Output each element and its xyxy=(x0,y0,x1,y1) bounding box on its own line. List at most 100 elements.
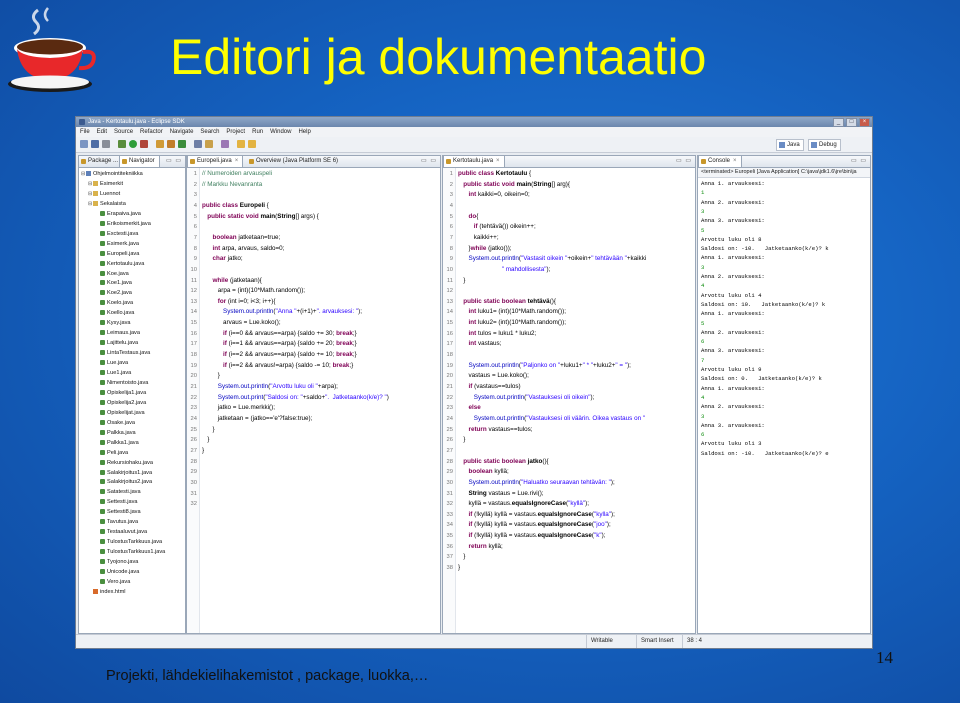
tree-item[interactable]: Erapaiva.java xyxy=(95,209,141,219)
code-token: int xyxy=(202,244,222,252)
close-tab-icon[interactable]: × xyxy=(496,158,500,164)
tree-item[interactable]: ⊟ Luennot xyxy=(88,189,120,199)
tree-item[interactable]: Unicode.java xyxy=(95,567,139,577)
console-output[interactable]: Anna 1. arvauksesi: 1 Anna 2. arvauksesi: 3… xyxy=(698,178,870,633)
code-line: System.out.println("Paljonko on "+luku1+… xyxy=(458,361,630,372)
tree-item[interactable]: Lue.java xyxy=(95,358,128,368)
save-icon[interactable] xyxy=(91,140,99,148)
close-button[interactable]: × xyxy=(859,118,870,127)
minimize-button[interactable]: _ xyxy=(833,118,844,127)
new-class-icon[interactable] xyxy=(178,140,186,148)
tree-item[interactable]: TulostusTarkkuus.java xyxy=(95,537,162,547)
run-icon[interactable] xyxy=(129,140,137,148)
editor1-tabs: Europeli.java × Overview (Java Platform S… xyxy=(187,156,440,168)
view-controls[interactable]: ▭ ▭ xyxy=(676,156,692,167)
menu-item[interactable]: Window xyxy=(270,127,291,137)
search-icon[interactable] xyxy=(205,140,213,148)
tree-item[interactable]: Koe1.java xyxy=(95,278,132,288)
tree-item[interactable]: Lue1.java xyxy=(95,368,131,378)
view-controls[interactable]: ▭ ▭ xyxy=(166,156,182,167)
perspective-java[interactable]: Java xyxy=(776,139,804,151)
tree-item[interactable]: Exctesti.java xyxy=(95,229,138,239)
menu-item[interactable]: Source xyxy=(114,127,133,137)
menu-item[interactable]: Refactor xyxy=(140,127,163,137)
print-icon[interactable] xyxy=(102,140,110,148)
code-area[interactable]: 1 // Numeroiden arvauspeli 2 // Markku Neva… xyxy=(187,168,440,633)
tree-item[interactable]: Koe2.java xyxy=(95,288,132,298)
code-token: { xyxy=(266,201,269,209)
code-area[interactable]: 1 public class Kertotaulu {2 public stati… xyxy=(443,168,695,633)
menu-item[interactable]: Edit xyxy=(97,127,107,137)
menu-item[interactable]: Run xyxy=(252,127,263,137)
tree-item[interactable]: Palkka1.java xyxy=(95,438,139,448)
open-type-icon[interactable] xyxy=(194,140,202,148)
new-icon[interactable] xyxy=(80,140,88,148)
forward-icon[interactable] xyxy=(248,140,256,148)
line-number: 30 xyxy=(190,479,197,486)
tab-europeli[interactable]: Europeli.java × xyxy=(187,156,244,167)
tree-item-label: Erapaiva.java xyxy=(107,210,141,217)
tree-item[interactable]: Kertotaulu.java xyxy=(95,259,144,269)
tree-item[interactable]: Tavutus.java xyxy=(95,517,138,527)
tab-console[interactable]: Console × xyxy=(698,156,742,167)
tree-item[interactable]: index.html xyxy=(88,587,126,597)
tree-item[interactable]: Salakirjoitus2.java xyxy=(95,477,152,487)
line-number: 29 xyxy=(190,469,197,476)
tree-item[interactable]: ⊟ Ohjelmointitekniikka xyxy=(81,169,143,179)
tree-item[interactable]: Salakirjoitus1.java xyxy=(95,468,152,478)
menu-item[interactable]: Navigate xyxy=(170,127,194,137)
new-package-icon[interactable] xyxy=(167,140,175,148)
external-tools-icon[interactable] xyxy=(140,140,148,148)
close-tab-icon[interactable]: × xyxy=(733,158,737,164)
view-controls[interactable]: ▭ ▭ xyxy=(421,156,437,167)
line-number: 10 xyxy=(190,266,197,273)
tree-item[interactable]: Koe.java xyxy=(95,269,129,279)
tree-item[interactable]: ⊟ Sekalaista xyxy=(88,199,126,209)
tree-item[interactable]: TulostusTarkkuus1.java xyxy=(95,547,165,557)
code-token: ;} xyxy=(352,329,357,337)
tree-item[interactable]: Kysy.java xyxy=(95,318,131,328)
menu-item[interactable]: File xyxy=(80,127,90,137)
tree-item[interactable]: LintaTestaus.java xyxy=(95,348,150,358)
tree-item[interactable]: Settesti8.java xyxy=(95,507,141,517)
tree-item[interactable]: Nimentoisto.java xyxy=(95,378,148,388)
tree-item[interactable]: ⊟ Esimerkit xyxy=(88,179,123,189)
tree-item[interactable]: Erikoismerkit.java xyxy=(95,219,151,229)
code-token: (!kyllä) kyllä = vastaus. xyxy=(474,532,538,540)
tree-item[interactable]: Lajittelu.java xyxy=(95,338,138,348)
tree-item[interactable]: Palkka.java xyxy=(95,428,136,438)
tree-item[interactable]: Esimerk.java xyxy=(95,239,139,249)
tab-kertotaulu[interactable]: Kertotaulu.java × xyxy=(443,156,505,167)
tree-item[interactable]: Vero.java xyxy=(95,577,130,587)
tree-item[interactable]: Testaaluvut.java xyxy=(95,527,147,537)
annotation-icon[interactable] xyxy=(221,140,229,148)
tab-navigator[interactable]: Navigator xyxy=(119,156,160,167)
tree-item[interactable]: Opiskelijat.java xyxy=(95,408,145,418)
new-java-project-icon[interactable] xyxy=(156,140,164,148)
tree-item[interactable]: Opiskelija1.java xyxy=(95,388,146,398)
tab-overview[interactable]: Overview (Java Platform SE 6) xyxy=(247,156,342,167)
code-line: while (jatketaan){ xyxy=(202,276,261,287)
tab-package-explorer[interactable]: Package ... xyxy=(79,156,122,167)
line-number: 11 xyxy=(446,277,453,284)
tree-item[interactable]: Opiskelija2.java xyxy=(95,398,146,408)
menu-item[interactable]: Help xyxy=(298,127,310,137)
tree-item[interactable]: Tyojono.java xyxy=(95,557,138,567)
tree-item[interactable]: Leimaus.java xyxy=(95,328,140,338)
back-icon[interactable] xyxy=(237,140,245,148)
close-tab-icon[interactable]: × xyxy=(235,158,239,164)
view-controls[interactable]: ▭ ▭ xyxy=(851,156,867,167)
tree-item[interactable]: Rekursiohaku.java xyxy=(95,458,153,468)
tree-item[interactable]: Koelo.java xyxy=(95,298,133,308)
perspective-debug[interactable]: Debug xyxy=(808,139,841,151)
tree-item[interactable]: Europeli.java xyxy=(95,249,139,259)
tree-item[interactable]: Osake.java xyxy=(95,418,135,428)
menu-item[interactable]: Search xyxy=(200,127,219,137)
maximize-button[interactable]: □ xyxy=(846,118,857,127)
tree-item[interactable]: Koello.java xyxy=(95,308,134,318)
tree-item[interactable]: Settesti.java xyxy=(95,497,137,507)
tree-item[interactable]: Peli.java xyxy=(95,448,128,458)
menu-item[interactable]: Project xyxy=(226,127,245,137)
tree-item[interactable]: Satatesti.java xyxy=(95,487,141,497)
debug-icon[interactable] xyxy=(118,140,126,148)
